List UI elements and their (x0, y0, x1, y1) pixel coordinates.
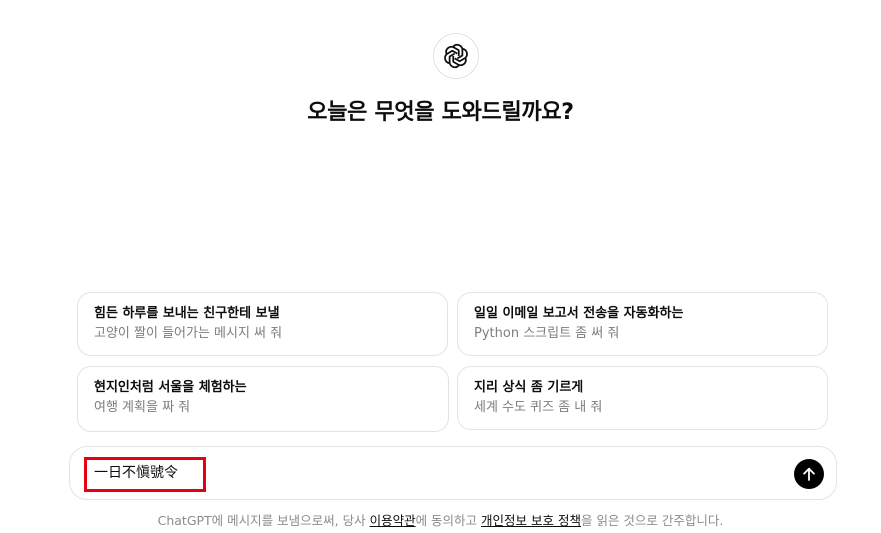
footer-disclaimer: ChatGPT에 메시지를 보냄으로써, 당사 이용약관에 동의하고 개인정보 … (0, 510, 881, 529)
suggestion-subtitle: 세계 수도 퀴즈 좀 내 줘 (474, 400, 603, 415)
arrow-up-icon (800, 465, 818, 483)
footer-prefix: ChatGPT에 메시지를 보냄으로써, 당사 (157, 513, 370, 528)
suggestion-title: 지리 상식 좀 기르게 (474, 380, 584, 395)
suggestion-subtitle: 여행 계획을 짜 줘 (94, 400, 191, 415)
chat-home-page: 오늘은 무엇을 도와드릴까요? 힘든 하루를 보내는 친구한테 보낼 고양이 짤… (0, 0, 881, 533)
suggestion-subtitle: Python 스크립트 좀 써 줘 (474, 326, 620, 341)
suggestion-card[interactable]: 일일 이메일 보고서 전송을 자동화하는 Python 스크립트 좀 써 줘 (457, 292, 828, 356)
footer-middle: 에 동의하고 (415, 513, 482, 528)
footer-suffix: 을 읽은 것으로 간주합니다. (580, 513, 724, 528)
suggestion-card[interactable]: 힘든 하루를 보내는 친구한테 보낼 고양이 짤이 들어가는 메시지 써 줘 (77, 292, 448, 356)
send-button[interactable] (794, 459, 824, 489)
openai-logo-icon (433, 33, 479, 79)
message-composer (69, 446, 837, 500)
suggestion-title: 일일 이메일 보고서 전송을 자동화하는 (474, 306, 684, 321)
terms-link[interactable]: 이용약관 (370, 513, 416, 528)
suggestion-card[interactable]: 현지인처럼 서울을 체험하는 여행 계획을 짜 줘 (77, 366, 449, 432)
suggestion-card[interactable]: 지리 상식 좀 기르게 세계 수도 퀴즈 좀 내 줘 (457, 366, 828, 430)
page-headline: 오늘은 무엇을 도와드릴까요? (307, 100, 574, 125)
privacy-policy-link[interactable]: 개인정보 보호 정책 (481, 513, 581, 528)
suggestion-title: 현지인처럼 서울을 체험하는 (94, 380, 247, 395)
suggestion-subtitle: 고양이 짤이 들어가는 메시지 써 줘 (94, 326, 283, 341)
message-input[interactable] (86, 457, 726, 489)
suggestion-title: 힘든 하루를 보내는 친구한테 보낼 (94, 306, 280, 321)
